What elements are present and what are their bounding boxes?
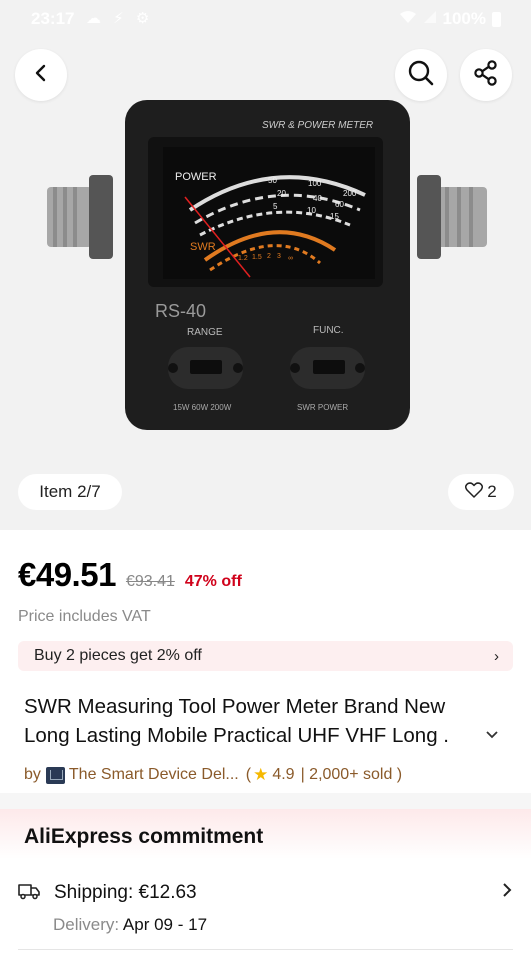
meter-header-text: SWR & POWER METER xyxy=(262,120,373,131)
scale-top-1: 50 xyxy=(268,176,277,185)
seller-rating: 4.9 xyxy=(272,766,295,783)
divider xyxy=(18,949,513,950)
product-gallery[interactable]: 23:17 ☁ ⚡ ⚙ 100% SWR & POWER METER POWER… xyxy=(0,0,531,530)
swr-scale-3: 2 xyxy=(267,253,271,260)
scale-low-3: 15 xyxy=(330,212,339,221)
range-label: RANGE xyxy=(187,327,223,338)
seller-row[interactable]: by The Smart Device Del... ( ★ 4.9 | 2,0… xyxy=(24,765,402,785)
range-options: 15W 60W 200W xyxy=(173,403,232,412)
heart-icon xyxy=(465,481,484,503)
vat-note: Price includes VAT xyxy=(18,608,151,625)
seller-sold: | 2,000+ sold ) xyxy=(300,766,403,783)
delivery-row: Delivery: Apr 09 - 17 xyxy=(53,915,207,935)
store-icon xyxy=(45,766,65,784)
wishlist-count: 2 xyxy=(487,482,497,501)
scale-low-1: 5 xyxy=(273,202,278,211)
bundle-promo-banner[interactable]: Buy 2 pieces get 2% off › xyxy=(18,641,513,671)
func-options: SWR POWER xyxy=(297,403,348,412)
expand-title-icon[interactable] xyxy=(485,727,499,743)
scale-mid-2: 40 xyxy=(313,194,322,203)
truck-icon xyxy=(18,882,40,905)
swr-scale-5: ∞ xyxy=(288,255,293,262)
shipping-row[interactable]: Shipping: €12.63 xyxy=(18,878,518,908)
wifi-icon xyxy=(399,9,417,29)
scale-low-2: 10 xyxy=(307,206,316,215)
scale-top-3: 200 xyxy=(343,189,357,198)
section-divider xyxy=(0,793,531,809)
shipping-label: Shipping: €12.63 xyxy=(54,882,197,903)
star-icon: ★ xyxy=(253,765,269,784)
scale-top-2: 100 xyxy=(308,179,322,188)
scale-mid-3: 60 xyxy=(335,200,344,209)
promo-text: Buy 2 pieces get 2% off xyxy=(34,647,202,664)
back-arrow-icon xyxy=(31,63,51,88)
seller-by: by xyxy=(24,766,41,783)
battery-icon xyxy=(492,11,501,27)
original-price: €93.41 xyxy=(125,573,175,590)
current-price: €49.51 xyxy=(18,556,116,593)
back-button[interactable] xyxy=(15,49,67,101)
wishlist-button[interactable]: 2 xyxy=(448,474,514,510)
share-icon xyxy=(472,59,500,92)
swr-scale-2: 1.5 xyxy=(252,254,262,261)
search-icon xyxy=(407,59,435,92)
chevron-right-icon xyxy=(502,882,512,903)
product-title[interactable]: SWR Measuring Tool Power Meter Brand New… xyxy=(24,692,494,750)
delivery-dates: Apr 09 - 17 xyxy=(122,915,208,934)
search-button[interactable] xyxy=(395,49,447,101)
commitment-title: AliExpress commitment xyxy=(24,825,264,848)
share-button[interactable] xyxy=(460,49,512,101)
seller-open-paren: ( xyxy=(245,766,252,783)
product-image[interactable]: SWR & POWER METER POWER SWR 50 100 200 2… xyxy=(45,95,490,440)
func-label: FUNC. xyxy=(313,325,344,336)
model-label: RS-40 xyxy=(155,301,206,321)
swr-scale-1: 1.2 xyxy=(238,255,248,262)
price-row: €49.51 €93.41 47% off xyxy=(18,556,242,594)
chevron-right-icon: › xyxy=(494,647,499,665)
product-page: 23:17 ☁ ⚡ ⚙ 100% SWR & POWER METER POWER… xyxy=(0,0,531,960)
status-notification-icons: ☁ ⚡ ⚙ xyxy=(86,10,154,27)
image-counter: Item 2/7 xyxy=(18,474,122,510)
swr-scale-4: 3 xyxy=(277,253,281,260)
discount-badge: 47% off xyxy=(184,573,242,590)
signal-icon xyxy=(423,9,437,29)
delivery-label: Delivery: xyxy=(53,915,120,934)
meter-swr-label: SWR xyxy=(190,241,216,253)
scale-mid-1: 20 xyxy=(277,189,286,198)
battery-percent: 100% xyxy=(442,9,486,28)
status-time: 23:17 xyxy=(31,9,75,28)
seller-name[interactable]: The Smart Device Del... xyxy=(69,766,239,784)
status-bar: 23:17 ☁ ⚡ ⚙ 100% xyxy=(0,0,531,38)
meter-power-label: POWER xyxy=(175,171,217,183)
status-right: 100% xyxy=(399,9,501,29)
